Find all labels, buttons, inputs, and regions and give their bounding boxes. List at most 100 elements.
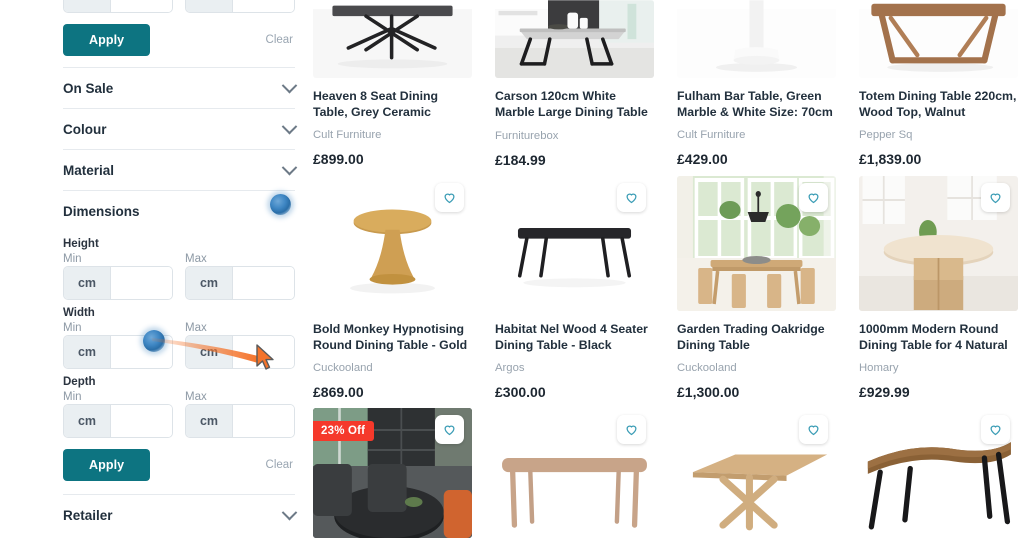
depth-max-caption: Max [185,391,207,403]
product-image[interactable] [495,176,654,311]
product-card[interactable]: Heaven 8 Seat Dining Table, Grey Ceramic… [313,0,472,176]
product-image[interactable] [313,0,472,78]
favourite-button[interactable] [435,415,464,444]
product-retailer: Argos [495,362,525,374]
height-max-field[interactable]: cm [185,266,295,300]
chevron-down-icon[interactable] [281,504,298,520]
depth-range-row: cm cm [63,404,295,438]
width-max-caption: Max [185,322,207,334]
product-retailer: Cult Furniture [313,129,382,141]
price-min-input[interactable] [111,0,172,12]
product-image[interactable] [677,176,836,311]
height-max-input[interactable] [233,267,294,299]
product-retailer: Cuckooland [313,362,373,374]
width-max-field[interactable]: cm [185,335,295,369]
product-price: £899.00 [313,151,364,167]
dimensions-label: Dimensions [63,203,140,219]
unit-cm: cm [186,267,233,299]
product-image[interactable] [495,0,654,78]
product-card[interactable] [677,408,836,540]
product-price: £1,300.00 [677,384,740,400]
favourite-button[interactable] [617,183,646,212]
depth-captions: Min Max [63,391,295,403]
product-retailer: Pepper Sq [859,129,913,141]
product-card[interactable] [859,408,1018,540]
product-image[interactable]: 23% Off [313,408,472,538]
product-image[interactable] [313,176,472,311]
currency-symbol-max: £ [186,0,233,12]
heart-icon [444,425,455,436]
width-range-row: cm cm [63,335,295,369]
heart-icon [626,193,637,204]
sidebar-item-dimensions[interactable]: Dimensions [63,191,295,231]
product-image[interactable] [677,0,836,78]
heart-icon [990,193,1001,204]
sidebar-item-retailer[interactable]: Retailer [63,495,298,535]
favourite-button[interactable] [617,415,646,444]
favourite-button[interactable] [799,415,828,444]
depth-max-field[interactable]: cm [185,404,295,438]
heart-icon [808,193,819,204]
favourite-button[interactable] [435,183,464,212]
dimensions-apply-button[interactable]: Apply [63,449,151,481]
product-image[interactable] [859,408,1018,538]
price-max-input[interactable] [233,0,294,12]
product-title: Bold Monkey Hypnotising Round Dining Tab… [313,322,468,352]
product-retailer: Homary [859,362,899,374]
product-title: 1000mm Modern Round Dining Table for 4 N… [859,322,1008,352]
discount-badge: 23% Off [313,421,375,441]
product-card[interactable]: 23% Off [313,408,472,540]
product-card[interactable]: Habitat Nel Wood 4 Seater Dining Table -… [495,176,654,408]
dimension-group-height: Height Min Max cm cm [63,238,295,300]
height-captions: Min Max [63,253,295,265]
sidebar-item-on-sale[interactable]: On Sale [63,68,298,108]
product-grid: Heaven 8 Seat Dining Table, Grey Ceramic… [311,0,1018,540]
height-min-field[interactable]: cm [63,266,173,300]
height-min-input[interactable] [111,267,172,299]
width-max-input[interactable] [233,336,294,368]
chevron-down-icon[interactable] [281,118,298,134]
filter-sidebar: £ £ Apply Clear On Sale [0,0,305,540]
chevron-down-icon[interactable] [281,77,298,93]
unit-cm: cm [64,336,111,368]
product-card[interactable]: Garden Trading Oakridge Dining Table Cuc… [677,176,836,408]
product-image[interactable] [859,0,1018,78]
product-card[interactable]: 1000mm Modern Round Dining Table for 4 N… [859,176,1018,408]
depth-min-field[interactable]: cm [63,404,173,438]
price-apply-button[interactable]: Apply [63,24,151,56]
sidebar-item-colour[interactable]: Colour [63,109,298,149]
dimensions-clear-link[interactable]: Clear [266,459,295,471]
price-clear-link[interactable]: Clear [266,34,295,46]
favourite-button[interactable] [981,415,1010,444]
chevron-down-icon[interactable] [281,159,298,175]
width-min-field[interactable]: cm [63,335,173,369]
product-retailer: Cuckooland [677,362,737,374]
product-image[interactable] [677,408,836,538]
price-min-field[interactable]: £ [63,0,173,13]
favourite-button[interactable] [799,183,828,212]
product-price: £184.99 [495,152,546,168]
width-title: Width [63,307,95,319]
product-price: £300.00 [495,384,546,400]
heart-icon [990,425,1001,436]
depth-max-input[interactable] [233,405,294,437]
product-image[interactable] [495,408,654,538]
heart-icon [626,425,637,436]
product-card[interactable] [495,408,654,540]
unit-cm: cm [186,405,233,437]
height-range-row: cm cm [63,266,295,300]
product-title: Fulham Bar Table, Green Marble & White S… [677,89,833,119]
product-card[interactable]: Bold Monkey Hypnotising Round Dining Tab… [313,176,472,408]
product-image[interactable] [859,176,1018,311]
width-min-input[interactable] [111,336,172,368]
sidebar-item-material[interactable]: Material [63,150,298,190]
price-apply-row: Apply Clear [63,24,295,56]
price-max-field[interactable]: £ [185,0,295,13]
product-card[interactable]: Totem Dining Table 220cm, Wood Top, Waln… [859,0,1018,176]
favourite-button[interactable] [981,183,1010,212]
product-card[interactable]: Carson 120cm White Marble Large Dining T… [495,0,654,176]
unit-cm: cm [186,336,233,368]
depth-min-input[interactable] [111,405,172,437]
product-title: Heaven 8 Seat Dining Table, Grey Ceramic [313,89,439,119]
product-card[interactable]: Fulham Bar Table, Green Marble & White S… [677,0,836,176]
